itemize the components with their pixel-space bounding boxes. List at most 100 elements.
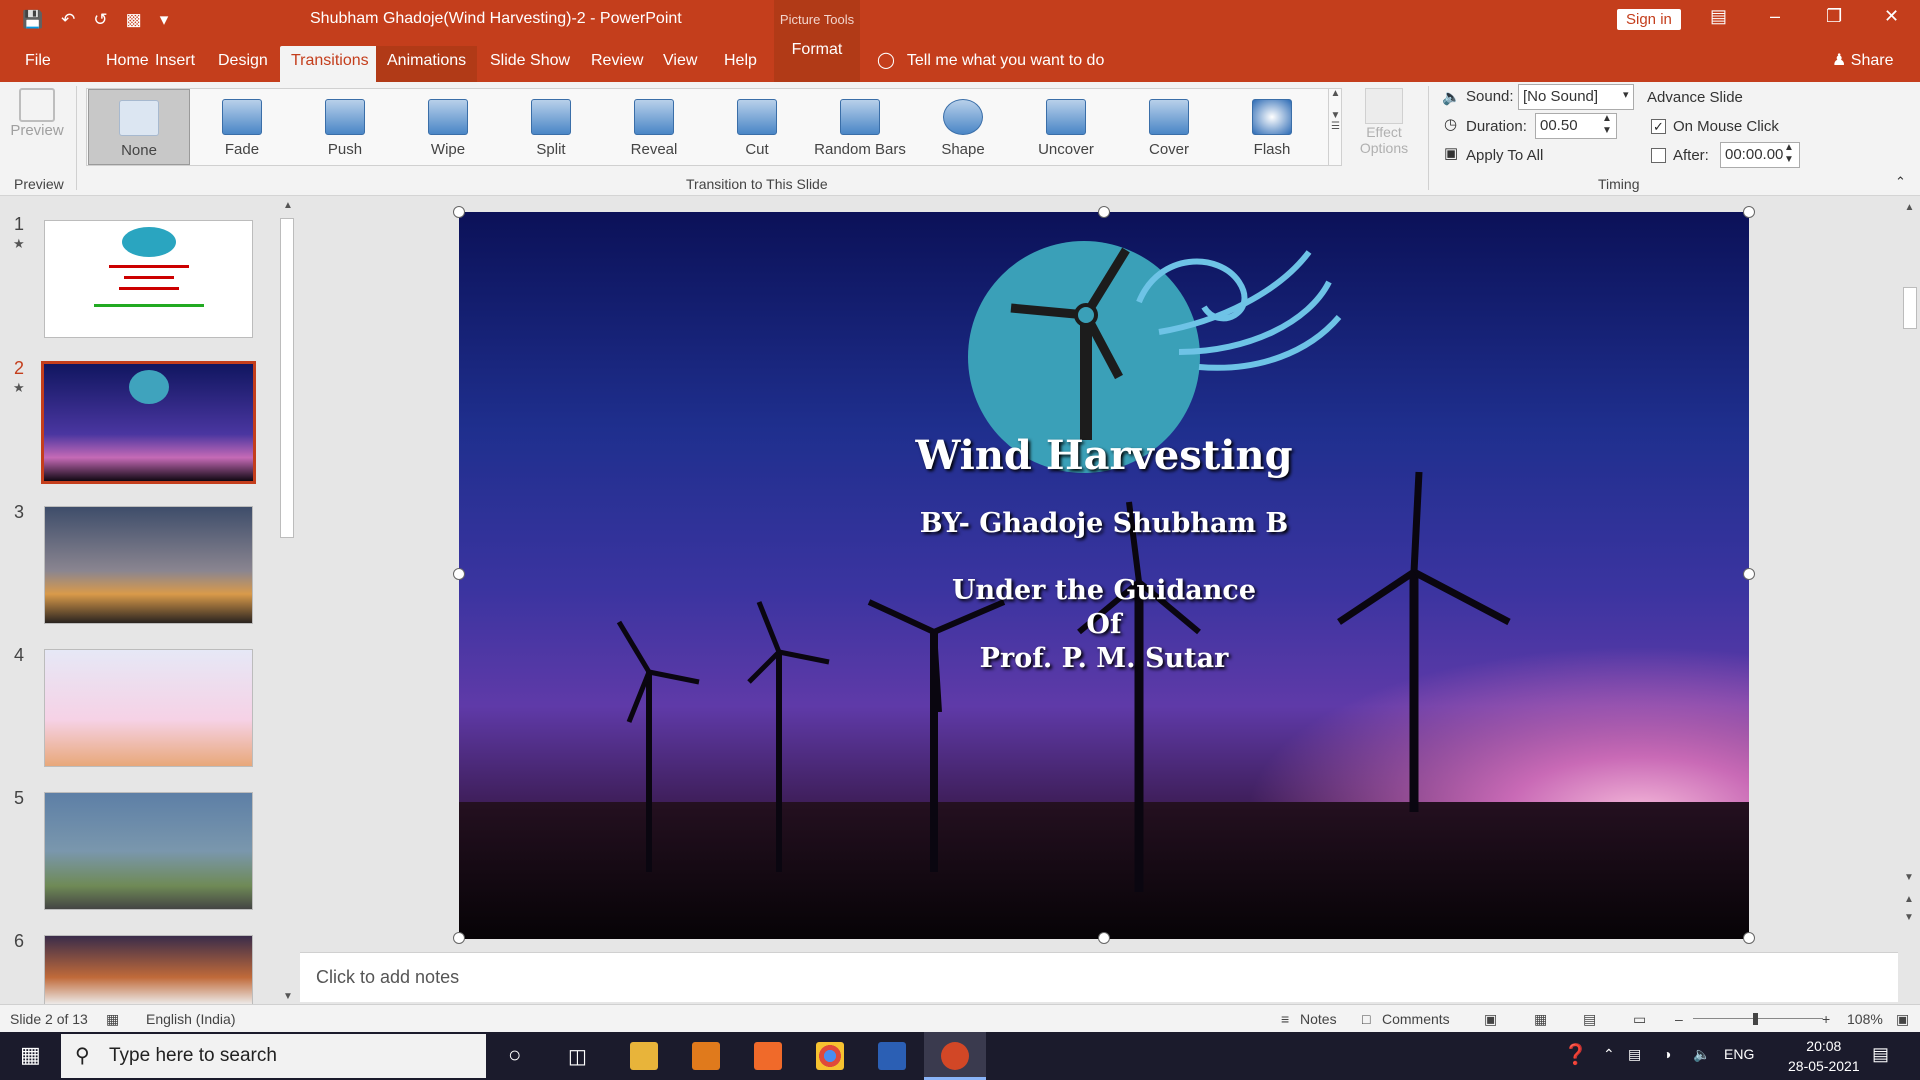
scroll-thumb[interactable]	[1902, 287, 1917, 329]
tab-review[interactable]: Review	[580, 46, 654, 82]
redo-icon[interactable]: ↺	[93, 8, 107, 32]
help-icon[interactable]: ❓	[1563, 1042, 1588, 1067]
scroll-up-icon[interactable]: ▲	[278, 200, 298, 211]
volume-icon[interactable]: 🔈	[1693, 1046, 1710, 1063]
ribbon-display-icon[interactable]: ▤	[1710, 6, 1727, 27]
scroll-thumb[interactable]	[280, 218, 294, 538]
present-icon[interactable]: ▩	[126, 8, 142, 32]
notes-pane[interactable]: Click to add notes	[300, 952, 1898, 1002]
taskbar-search[interactable]: ⚲ Type here to search	[61, 1034, 486, 1078]
slide-canvas[interactable]: Wind Harvesting BY- Ghadoje Shubham B Un…	[459, 212, 1749, 939]
slide-scrollbar[interactable]: ▲ ▼ ▲ ▼	[1899, 196, 1920, 1004]
reading-view-icon[interactable]: ▤	[1583, 1011, 1596, 1028]
task-view-icon[interactable]: ◫	[568, 1044, 587, 1069]
word-icon[interactable]	[878, 1042, 906, 1070]
transition-push[interactable]: Push	[294, 89, 396, 165]
slide-title[interactable]: Wind Harvesting	[459, 432, 1749, 479]
normal-view-icon[interactable]: ▣	[1484, 1011, 1497, 1028]
zoom-in-icon[interactable]: +	[1822, 1011, 1830, 1027]
slide-author[interactable]: BY- Ghadoje Shubham B	[459, 508, 1749, 539]
transition-cover[interactable]: Cover	[1118, 89, 1220, 165]
transition-split[interactable]: Split	[500, 89, 602, 165]
clock[interactable]: 20:08 28-05-2021	[1788, 1036, 1860, 1076]
tell-me-box[interactable]: ◯ Tell me what you want to do	[877, 46, 1104, 76]
resize-handle[interactable]	[1743, 932, 1755, 944]
slide-thumbnail[interactable]	[44, 506, 253, 624]
sound-dropdown[interactable]: [No Sound]	[1518, 84, 1634, 110]
after-checkbox[interactable]	[1651, 148, 1666, 163]
fit-slide-icon[interactable]: ▣	[1896, 1011, 1909, 1028]
slide-thumbnail[interactable]	[44, 220, 253, 338]
transition-random-bars[interactable]: Random Bars	[809, 89, 911, 165]
transition-fade[interactable]: Fade	[191, 89, 293, 165]
thumbnail-scrollbar[interactable]: ▲ ▼	[278, 196, 298, 1004]
resize-handle[interactable]	[1098, 932, 1110, 944]
minimize-icon[interactable]: –	[1770, 6, 1780, 27]
zoom-out-icon[interactable]: –	[1675, 1011, 1683, 1027]
slide-thumbnail[interactable]	[41, 361, 256, 484]
close-icon[interactable]: ✕	[1884, 6, 1899, 27]
slide-guidance-line[interactable]: Prof. P. M. Sutar	[459, 643, 1749, 674]
chrome-icon[interactable]	[816, 1042, 844, 1070]
resize-handle[interactable]	[453, 206, 465, 218]
resize-handle[interactable]	[1098, 206, 1110, 218]
transition-uncover[interactable]: Uncover	[1015, 89, 1117, 165]
resize-handle[interactable]	[1743, 206, 1755, 218]
previous-slide-icon[interactable]: ▲	[1904, 894, 1914, 905]
spellcheck-icon[interactable]: ▦	[106, 1011, 119, 1028]
slide-sorter-icon[interactable]: ▦	[1534, 1011, 1547, 1028]
zoom-slider[interactable]	[1693, 1018, 1823, 1019]
wifi-icon[interactable]: ◑	[1663, 1046, 1671, 1062]
battery-icon[interactable]: ▤	[1628, 1046, 1641, 1063]
transition-cut[interactable]: Cut	[706, 89, 808, 165]
zoom-level[interactable]: 108%	[1847, 1011, 1883, 1027]
powerpoint-taskbar-button[interactable]	[924, 1032, 986, 1080]
xampp-icon[interactable]	[754, 1042, 782, 1070]
tab-slide-show[interactable]: Slide Show	[479, 46, 581, 82]
slide-thumbnail[interactable]	[44, 792, 253, 910]
language-indicator[interactable]: English (India)	[146, 1011, 236, 1027]
tab-file[interactable]: File	[14, 46, 62, 82]
transition-none[interactable]: None	[88, 89, 190, 165]
slide-guidance-line[interactable]: Under the Guidance	[459, 575, 1749, 606]
scroll-down-icon[interactable]: ▼	[283, 991, 293, 1002]
apply-to-all-button[interactable]: Apply To All	[1466, 147, 1543, 164]
slide-thumbnail[interactable]	[44, 649, 253, 767]
transition-reveal[interactable]: Reveal	[603, 89, 705, 165]
on-mouse-click-checkbox[interactable]: ✓	[1651, 119, 1666, 134]
next-slide-icon[interactable]: ▼	[1904, 912, 1914, 923]
save-icon[interactable]: 💾	[22, 8, 43, 32]
transition-shape[interactable]: Shape	[912, 89, 1014, 165]
slide-thumbnail[interactable]	[44, 935, 253, 1005]
tab-animations[interactable]: Animations	[376, 46, 478, 82]
restore-icon[interactable]: ❐	[1826, 6, 1842, 27]
windows-start-icon[interactable]: ▦	[20, 1042, 41, 1068]
comments-button[interactable]: Comments	[1382, 1011, 1450, 1027]
after-spinner[interactable]: ▲ ▼	[1784, 142, 1794, 166]
resize-handle[interactable]	[453, 932, 465, 944]
cortana-icon[interactable]: ○	[508, 1042, 521, 1068]
preview-button[interactable]: Preview	[10, 88, 64, 139]
slide-show-icon[interactable]: ▭	[1633, 1011, 1646, 1028]
undo-icon[interactable]: ↶	[61, 8, 75, 32]
customize-qat-icon[interactable]: ▾	[160, 8, 169, 32]
sign-in-button[interactable]: Sign in	[1617, 9, 1681, 30]
notifications-icon[interactable]: ▤	[1872, 1044, 1889, 1065]
tray-expand-icon[interactable]: ⌃	[1603, 1046, 1615, 1063]
effect-options-button[interactable]: Effect Options	[1356, 88, 1412, 156]
slide-guidance-line[interactable]: Of	[459, 609, 1749, 640]
tab-help[interactable]: Help	[713, 46, 768, 82]
notes-button[interactable]: Notes	[1300, 1011, 1337, 1027]
input-language[interactable]: ENG	[1724, 1046, 1754, 1062]
sublime-text-icon[interactable]	[692, 1042, 720, 1070]
resize-handle[interactable]	[1743, 568, 1755, 580]
tab-insert[interactable]: Insert	[144, 46, 206, 82]
tab-design[interactable]: Design	[207, 46, 279, 82]
chevron-down-icon[interactable]: ▾	[1623, 88, 1629, 101]
share-button[interactable]: ♟ Share	[1832, 46, 1894, 76]
scroll-up-icon[interactable]: ▲	[1899, 202, 1920, 213]
zoom-slider-thumb[interactable]	[1753, 1013, 1758, 1025]
transition-wipe[interactable]: Wipe	[397, 89, 499, 165]
transition-flash[interactable]: Flash	[1221, 89, 1323, 165]
duration-spinner[interactable]: ▲ ▼	[1602, 113, 1612, 137]
